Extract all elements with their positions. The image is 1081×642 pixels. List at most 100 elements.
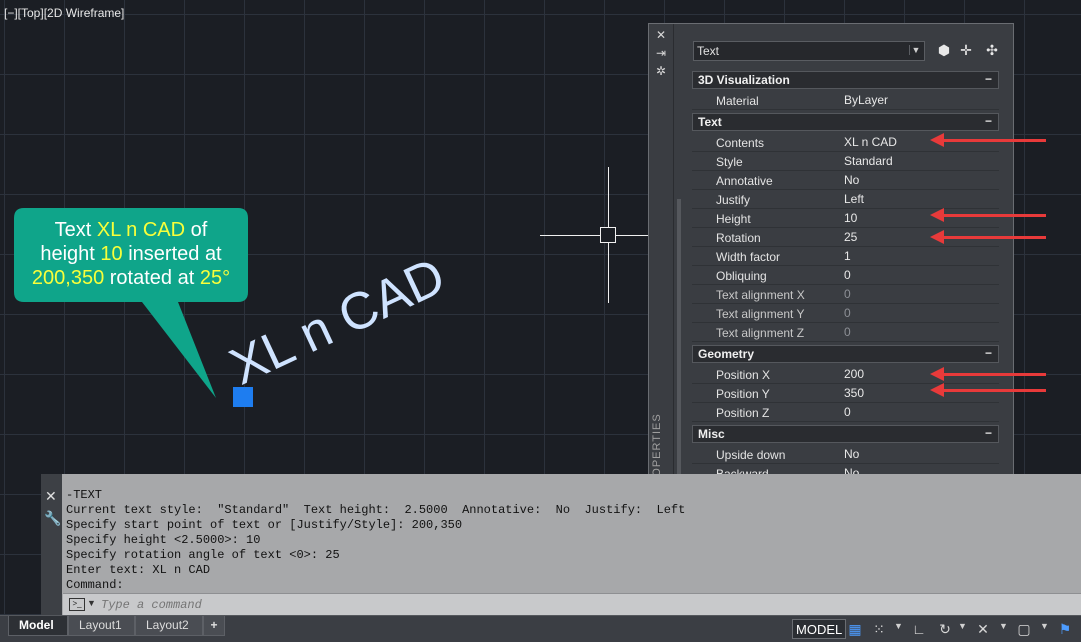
- callout-highlight: 10: [100, 243, 123, 265]
- property-name: Annotative: [716, 174, 773, 188]
- collapse-icon[interactable]: −: [985, 114, 992, 128]
- chevron-down-icon[interactable]: ▼: [1040, 621, 1049, 631]
- close-icon[interactable]: ✕: [45, 488, 57, 505]
- command-history-line: -TEXT: [66, 488, 103, 502]
- property-value[interactable]: 25: [844, 230, 857, 244]
- property-value[interactable]: No: [844, 173, 859, 187]
- command-prompt-icon[interactable]: >_: [69, 598, 85, 611]
- polar-tracking-icon[interactable]: ↻: [936, 619, 954, 639]
- property-row[interactable]: Text alignment Z 0: [692, 323, 999, 342]
- annotation-arrow: [930, 208, 1046, 222]
- property-name: Justify: [716, 193, 751, 207]
- model-space-button[interactable]: MODEL: [792, 619, 847, 639]
- property-group-header[interactable]: 3D Visualization −: [692, 71, 999, 89]
- command-input-bar[interactable]: >_ ▼: [63, 593, 1081, 615]
- wrench-icon[interactable]: 🔧: [44, 510, 61, 527]
- annotation-scale-icon[interactable]: ⚑: [1056, 619, 1074, 639]
- toggle-pickadd-icon[interactable]: ⬢: [935, 41, 953, 59]
- add-layout-button[interactable]: +: [203, 616, 225, 636]
- autohide-icon[interactable]: ⇥: [655, 47, 667, 59]
- property-row[interactable]: Height 10: [692, 209, 999, 228]
- property-row[interactable]: Obliquing 0: [692, 266, 999, 285]
- property-row[interactable]: Annotative No: [692, 171, 999, 190]
- annotation-arrow: [930, 367, 1046, 381]
- command-input[interactable]: [99, 597, 1003, 613]
- property-name: Text alignment Z: [716, 326, 805, 340]
- property-row[interactable]: Position Y 350: [692, 384, 999, 403]
- command-history-line: Enter text: XL n CAD: [66, 563, 211, 577]
- property-row[interactable]: Justify Left: [692, 190, 999, 209]
- collapse-icon[interactable]: −: [985, 72, 992, 86]
- property-group-title: Text: [698, 115, 722, 129]
- annotation-arrow: [930, 230, 1046, 244]
- chevron-down-icon[interactable]: ▼: [894, 621, 903, 631]
- property-value[interactable]: 0: [844, 268, 851, 282]
- tab-layout1[interactable]: Layout1: [68, 616, 135, 636]
- property-name: Upside down: [716, 448, 786, 462]
- quick-select-icon[interactable]: ✣: [983, 41, 1001, 59]
- property-name: Material: [716, 94, 759, 108]
- callout-highlight: XL n CAD: [96, 219, 186, 241]
- property-value[interactable]: 0: [844, 325, 851, 339]
- callout-part: Text: [54, 219, 97, 241]
- command-history-line: Command:: [66, 578, 124, 592]
- chevron-down-icon[interactable]: ▼: [87, 598, 96, 608]
- property-value[interactable]: 350: [844, 386, 864, 400]
- chevron-down-icon[interactable]: ▼: [999, 621, 1008, 631]
- snap-icon[interactable]: ⁙: [870, 619, 888, 639]
- gear-icon[interactable]: ✲: [655, 65, 667, 77]
- property-value[interactable]: 0: [844, 405, 851, 419]
- property-row[interactable]: Contents XL n CAD: [692, 133, 999, 152]
- property-value[interactable]: Left: [844, 192, 864, 206]
- property-group-title: Geometry: [698, 347, 755, 361]
- property-value[interactable]: 0: [844, 306, 851, 320]
- property-name: Contents: [716, 136, 765, 150]
- property-row[interactable]: Text alignment Y 0: [692, 304, 999, 323]
- property-row[interactable]: Width factor 1: [692, 247, 999, 266]
- property-group-header[interactable]: Text −: [692, 113, 999, 131]
- property-value[interactable]: 200: [844, 367, 864, 381]
- property-group-header[interactable]: Misc −: [692, 425, 999, 443]
- tab-model[interactable]: Model: [8, 616, 68, 636]
- tab-layout2[interactable]: Layout2: [135, 616, 203, 636]
- property-value[interactable]: No: [844, 447, 859, 461]
- callout-part: height: [40, 243, 101, 265]
- command-history-line: Specify height <2.5000>: 10: [66, 533, 261, 547]
- isodraft-icon[interactable]: ✕: [974, 619, 992, 639]
- property-row[interactable]: Position Z 0: [692, 403, 999, 422]
- property-value[interactable]: 1: [844, 249, 851, 263]
- property-name: Position X: [716, 368, 771, 382]
- annotation-arrow: [930, 383, 1046, 397]
- command-history-line: Specify start point of text or [Justify/…: [66, 518, 463, 532]
- callout-part: of: [185, 219, 208, 241]
- property-value[interactable]: 0: [844, 287, 851, 301]
- property-value[interactable]: Standard: [844, 154, 893, 168]
- command-history-line: Specify rotation angle of text <0>: 25: [66, 548, 340, 562]
- palette-scrollbar[interactable]: [677, 199, 681, 489]
- collapse-icon[interactable]: −: [985, 346, 992, 360]
- property-row[interactable]: Material ByLayer: [692, 91, 999, 110]
- property-name: Width factor: [716, 250, 781, 264]
- property-row[interactable]: Upside down No: [692, 445, 999, 464]
- property-name: Text alignment X: [716, 288, 805, 302]
- callout-part: inserted at: [122, 243, 222, 265]
- object-type-dropdown[interactable]: Text ▼: [693, 41, 925, 61]
- object-snap-icon[interactable]: ▢: [1015, 619, 1033, 639]
- property-row[interactable]: Style Standard: [692, 152, 999, 171]
- annotation-arrow: [930, 133, 1046, 147]
- property-name: Text alignment Y: [716, 307, 805, 321]
- select-objects-icon[interactable]: ✛: [957, 41, 975, 59]
- callout-text: Text XL n CAD of height 10 inserted at 2…: [14, 218, 248, 290]
- property-value[interactable]: 10: [844, 211, 857, 225]
- property-value[interactable]: ByLayer: [844, 93, 888, 107]
- close-icon[interactable]: ✕: [655, 29, 667, 41]
- property-value[interactable]: XL n CAD: [844, 135, 897, 149]
- chevron-down-icon[interactable]: ▼: [958, 621, 967, 631]
- collapse-icon[interactable]: −: [985, 426, 992, 440]
- property-row[interactable]: Text alignment X 0: [692, 285, 999, 304]
- property-group-header[interactable]: Geometry −: [692, 345, 999, 363]
- grid-icon[interactable]: ▦: [846, 619, 864, 639]
- callout-highlight: 200,350: [31, 267, 105, 289]
- ortho-icon[interactable]: ∟: [910, 619, 928, 639]
- callout-part: rotated at: [104, 267, 200, 289]
